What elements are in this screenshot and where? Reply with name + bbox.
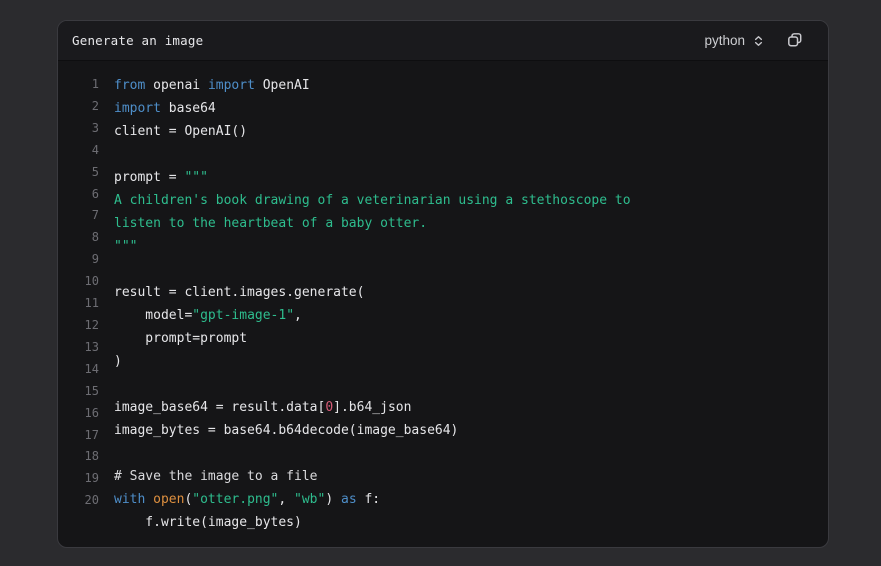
code-token: ,: [294, 308, 302, 323]
code-line: with open("otter.png", "wb") as f:: [114, 488, 631, 511]
line-number: 2: [72, 96, 99, 118]
code-token: as: [341, 492, 357, 507]
code-token: from: [114, 78, 145, 93]
line-number: 17: [72, 425, 99, 447]
line-number: 6: [72, 184, 99, 206]
card-title: Generate an image: [72, 33, 203, 48]
code-line: [114, 442, 631, 465]
copy-button[interactable]: [785, 30, 806, 51]
code-line: [114, 258, 631, 281]
code-line: prompt=prompt: [114, 327, 631, 350]
code-token: image_bytes = base64.b64decode(image_bas…: [114, 423, 458, 438]
code-token: listen to the heartbeat of a baby otter.: [114, 216, 427, 231]
code-line: prompt = """: [114, 166, 631, 189]
code-line: f.write(image_bytes): [114, 511, 631, 534]
code-token: """: [114, 239, 137, 254]
line-number: 14: [72, 359, 99, 381]
language-selector[interactable]: python: [704, 33, 765, 48]
code-token: openai: [145, 78, 208, 93]
code-line: # Save the image to a file: [114, 465, 631, 488]
line-number: 12: [72, 315, 99, 337]
code-token: result = client.images.generate(: [114, 285, 364, 300]
code-line: import base64: [114, 97, 631, 120]
line-number: 9: [72, 249, 99, 271]
code-token: "otter.png": [192, 492, 278, 507]
language-label: python: [704, 33, 745, 48]
code-token: "gpt-image-1": [192, 308, 294, 323]
card-header: Generate an image python: [58, 21, 828, 61]
line-number: 10: [72, 271, 99, 293]
code-token: import: [114, 101, 161, 116]
header-controls: python: [704, 30, 806, 51]
line-number: 11: [72, 293, 99, 315]
code-line: image_base64 = result.data[0].b64_json: [114, 396, 631, 419]
code-area: 1234567891011121314151617181920 from ope…: [58, 61, 828, 534]
line-number: 20: [72, 490, 99, 512]
code-token: import: [208, 78, 255, 93]
line-number: 7: [72, 205, 99, 227]
code-token: with: [114, 492, 145, 507]
line-number: 4: [72, 140, 99, 162]
code-token: f:: [357, 492, 380, 507]
code-token: "wb": [294, 492, 325, 507]
code-token: image_base64 = result.data[: [114, 400, 325, 415]
code-line: from openai import OpenAI: [114, 74, 631, 97]
code-token: # Save the image to a file: [114, 469, 318, 484]
code-token: ,: [278, 492, 294, 507]
line-number: 19: [72, 468, 99, 490]
code-content: from openai import OpenAIimport base64cl…: [114, 74, 631, 534]
line-number: 15: [72, 381, 99, 403]
copy-icon: [787, 32, 804, 49]
line-number: 1: [72, 74, 99, 96]
code-line: model="gpt-image-1",: [114, 304, 631, 327]
line-number: 5: [72, 162, 99, 184]
code-line: image_bytes = base64.b64decode(image_bas…: [114, 419, 631, 442]
code-token: prompt=prompt: [114, 331, 247, 346]
code-line: listen to the heartbeat of a baby otter.: [114, 212, 631, 235]
code-token: open: [153, 492, 184, 507]
code-token: client = OpenAI(): [114, 124, 247, 139]
line-number: 3: [72, 118, 99, 140]
code-token: 0: [325, 400, 333, 415]
page-background: { "card": { "header": { "title": "Genera…: [0, 0, 881, 566]
code-token: [145, 492, 153, 507]
code-line: client = OpenAI(): [114, 120, 631, 143]
code-token: ): [114, 354, 122, 369]
chevron-up-down-icon: [752, 34, 765, 48]
code-token: model=: [114, 308, 192, 323]
line-number: 16: [72, 403, 99, 425]
code-line: [114, 373, 631, 396]
code-token: ].b64_json: [333, 400, 411, 415]
line-number-gutter: 1234567891011121314151617181920: [72, 74, 99, 534]
code-line: [114, 143, 631, 166]
code-card: Generate an image python: [57, 20, 829, 548]
code-line: result = client.images.generate(: [114, 281, 631, 304]
code-line: A children's book drawing of a veterinar…: [114, 189, 631, 212]
code-token: """: [184, 170, 207, 185]
line-number: 18: [72, 446, 99, 468]
line-number: 13: [72, 337, 99, 359]
code-token: OpenAI: [255, 78, 310, 93]
code-token: f.write(image_bytes): [114, 515, 302, 530]
code-line: ): [114, 350, 631, 373]
code-line: """: [114, 235, 631, 258]
line-number: 8: [72, 227, 99, 249]
code-token: ): [325, 492, 341, 507]
code-token: A children's book drawing of a veterinar…: [114, 193, 631, 208]
code-token: base64: [161, 101, 216, 116]
code-token: prompt =: [114, 170, 184, 185]
